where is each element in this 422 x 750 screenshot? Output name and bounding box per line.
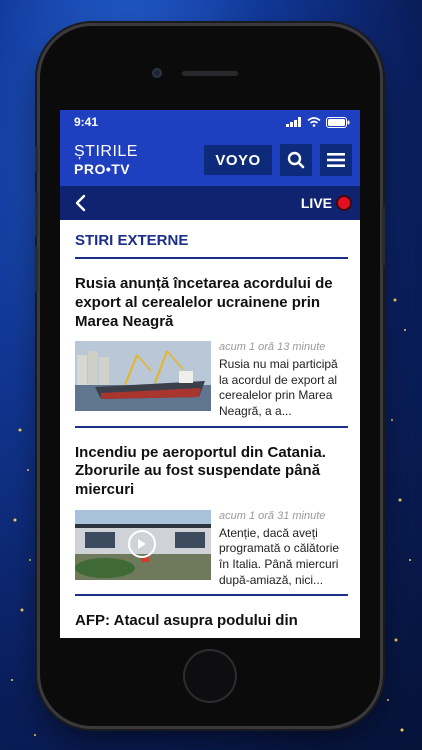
mute-switch <box>35 146 38 172</box>
volume-down-button <box>35 246 38 292</box>
live-button[interactable]: LIVE <box>301 195 350 211</box>
news-list: STIRI EXTERNE Rusia anunță încetarea aco… <box>60 220 360 631</box>
play-icon <box>138 538 146 549</box>
search-icon <box>287 151 305 169</box>
status-bar: 9:41 <box>60 110 360 134</box>
power-button <box>382 206 385 266</box>
menu-button[interactable] <box>320 144 352 176</box>
play-video-button[interactable] <box>128 529 156 558</box>
search-button[interactable] <box>280 144 312 176</box>
status-icons <box>286 116 350 128</box>
app-logo[interactable]: ȘTIRILE PRO•TV <box>74 143 138 177</box>
hamburger-menu-icon <box>327 153 345 167</box>
status-time: 9:41 <box>74 115 99 129</box>
article-title[interactable]: Incendiu pe aeroportul din Catania. Zbor… <box>75 444 348 500</box>
app-screen: 9:41 ȘTIRILE PRO•TV VOYO LIVE STIRI EXTE… <box>60 110 360 638</box>
volume-up-button <box>35 191 38 237</box>
home-button[interactable] <box>185 651 235 701</box>
app-header: ȘTIRILE PRO•TV VOYO <box>60 134 360 186</box>
article-meta: acum 1 oră 31 minute Atenție, dacă aveți… <box>219 510 348 588</box>
battery-icon <box>326 116 350 128</box>
live-indicator-icon <box>338 197 350 209</box>
phone-frame: 9:41 ȘTIRILE PRO•TV VOYO LIVE STIRI EXTE… <box>35 26 385 726</box>
article-title[interactable]: Rusia anunță încetarea acordului de expo… <box>75 275 348 331</box>
article-description: Atenție, dacă aveți programată o călător… <box>219 525 340 587</box>
earpiece-speaker <box>182 71 238 76</box>
article-thumbnail[interactable] <box>75 509 211 580</box>
news-article[interactable]: Rusia anunță încetarea acordului de expo… <box>75 259 348 428</box>
sub-navigation-bar: LIVE <box>60 186 360 220</box>
live-label: LIVE <box>300 195 332 211</box>
article-time: acum 1 oră 31 minute <box>219 509 326 522</box>
voyo-button[interactable]: VOYO <box>204 145 272 175</box>
chevron-left-icon[interactable] <box>74 194 86 212</box>
article-title[interactable]: AFP: Atacul asupra podului din <box>75 612 348 631</box>
logo-bottom-text: PRO•TV <box>74 161 131 177</box>
news-article[interactable]: AFP: Atacul asupra podului din <box>75 596 348 631</box>
article-time: acum 1 oră 13 minute <box>219 341 326 354</box>
wifi-icon <box>307 117 321 127</box>
front-camera <box>152 68 162 78</box>
article-body: acum 1 oră 31 minute Atenție, dacă aveți… <box>75 509 348 594</box>
article-description: Rusia nu mai participă la acordul de exp… <box>219 357 338 419</box>
article-body: acum 1 oră 13 minute Rusia nu mai partic… <box>75 341 348 425</box>
section-title: STIRI EXTERNE <box>75 220 348 259</box>
article-meta: acum 1 oră 13 minute Rusia nu mai partic… <box>219 341 348 419</box>
grain-ship-image <box>75 341 211 412</box>
news-article[interactable]: Incendiu pe aeroportul din Catania. Zbor… <box>75 428 348 597</box>
header-actions: VOYO <box>204 144 352 176</box>
signal-icon <box>286 117 301 127</box>
article-thumbnail[interactable] <box>75 341 211 412</box>
logo-top-text: ȘTIRILE <box>74 143 138 160</box>
